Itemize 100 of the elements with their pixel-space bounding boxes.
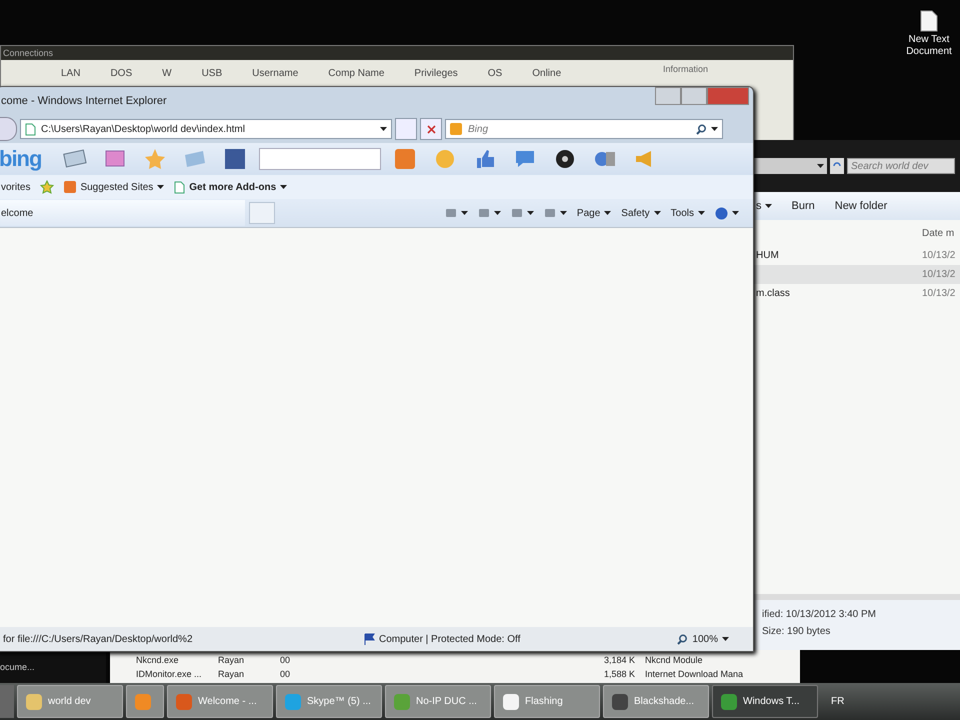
- search-field[interactable]: [259, 148, 381, 170]
- app-icon: [24, 692, 44, 712]
- zone-indicator: Computer | Protected Mode: Off: [363, 633, 520, 645]
- star-icon: [40, 180, 54, 194]
- column-header[interactable]: LAN: [61, 68, 80, 79]
- search-field[interactable]: Search world dev: [847, 158, 955, 174]
- page-icon: [174, 180, 186, 194]
- caret-icon: [698, 211, 705, 215]
- window-title: ocume...: [0, 662, 35, 672]
- window-title: Connections: [3, 48, 54, 58]
- search-icon: [677, 634, 688, 644]
- caret-icon: [732, 211, 739, 215]
- column-header[interactable]: USB: [202, 68, 222, 79]
- help-icon: [715, 206, 728, 220]
- app-icon: [283, 692, 303, 712]
- column-header[interactable]: Date m: [922, 228, 960, 238]
- caret-icon: [764, 204, 772, 208]
- toolbar-button[interactable]: s: [756, 200, 772, 212]
- close-button[interactable]: [707, 87, 749, 105]
- caret-icon: [380, 127, 387, 131]
- table-cell-text: Nkcnd.exe: [135, 654, 180, 666]
- column-header[interactable]: Online: [532, 68, 562, 79]
- refresh-button[interactable]: [395, 118, 417, 140]
- search-provider-button[interactable]: [445, 119, 466, 139]
- menu-button[interactable]: Page: [576, 208, 612, 218]
- minimize-button[interactable]: [655, 87, 681, 105]
- square-icon: [393, 147, 417, 171]
- status-text: for file:///C:/Users/Rayan/Desktop/world%2: [3, 634, 194, 644]
- address-field[interactable]: C:\Users\Rayan\Desktop\world dev\index.html: [20, 119, 392, 139]
- caret-icon: [460, 211, 468, 215]
- column-header[interactable]: Comp Name: [328, 68, 384, 79]
- table-cell-text: 1,588 K: [602, 668, 636, 680]
- table-cell-text: 00: [280, 654, 292, 666]
- stop-button[interactable]: [420, 118, 442, 140]
- address-field[interactable]: [754, 158, 827, 174]
- search-icon: [696, 124, 707, 134]
- language-indicator[interactable]: FR: [831, 696, 844, 707]
- app-icon: [610, 692, 630, 712]
- star-icon: [143, 147, 167, 171]
- search-engine-icon: [450, 123, 462, 135]
- caret-icon: [711, 127, 718, 131]
- search-button[interactable]: [692, 119, 723, 139]
- detail-text: ified: 10/13/2012 3:40 PM: [762, 608, 877, 622]
- caret-icon: [526, 211, 534, 215]
- caret-icon: [560, 211, 567, 215]
- file-row[interactable]: m.class 10/13/2: [752, 284, 960, 303]
- maximize-button[interactable]: [681, 87, 707, 105]
- caret-icon: [604, 211, 612, 215]
- caret-icon: [817, 164, 824, 168]
- page-icon: [25, 122, 36, 136]
- caret-icon: [722, 637, 729, 641]
- help-button[interactable]: [715, 206, 739, 220]
- back-button[interactable]: [0, 117, 17, 141]
- caret-icon: [494, 211, 501, 215]
- detail-text: Size: 190 bytes: [762, 625, 832, 639]
- toolbar-button[interactable]: New folder: [834, 200, 888, 212]
- square-icon: [223, 147, 247, 171]
- flag-icon: [363, 633, 375, 645]
- app-icon: [719, 692, 739, 712]
- favorites-link[interactable]: Get more Add-ons: [174, 180, 288, 194]
- table-cell-text: 3,184 K: [602, 654, 636, 666]
- column-header[interactable]: W: [162, 68, 172, 79]
- app-icon: [501, 692, 521, 712]
- caret-icon: [280, 185, 288, 189]
- window-title: come - Windows Internet Explorer: [1, 95, 167, 107]
- square-icon: [64, 181, 76, 193]
- column-header[interactable]: Privileges: [414, 68, 458, 79]
- toolbar-button[interactable]: Burn: [792, 200, 815, 212]
- caret-icon: [654, 211, 661, 215]
- favorites-link[interactable]: Suggested Sites: [64, 181, 164, 193]
- icon-label[interactable]: New Text Document: [898, 34, 960, 58]
- column-header[interactable]: OS: [488, 68, 502, 79]
- table-cell-text: Rayan: [218, 668, 246, 680]
- taskbar-button[interactable]: Windows T...: [712, 685, 818, 718]
- brand-logo: bing: [0, 146, 42, 172]
- column-header[interactable]: DOS: [110, 68, 132, 79]
- browser-tab[interactable]: elcome: [0, 200, 245, 226]
- start-button[interactable]: [0, 685, 14, 718]
- new-tab-button[interactable]: [249, 202, 275, 224]
- close-icon: [426, 124, 436, 134]
- circle-icon: [433, 147, 457, 171]
- column-header[interactable]: Username: [252, 68, 298, 79]
- table-cell-text: 00: [280, 668, 292, 680]
- search-field[interactable]: Bing: [466, 119, 692, 139]
- table-cell-text: Nkcnd Module: [645, 654, 704, 666]
- app-icon: [133, 692, 153, 712]
- caret-icon: [157, 185, 164, 189]
- table-cell-text: IDMonitor.exe ...: [135, 668, 203, 680]
- zoom-button[interactable]: 100%: [677, 634, 747, 644]
- table-cell-text: Rayan: [218, 654, 246, 666]
- favorites-button[interactable]: vorites: [1, 182, 30, 192]
- menu-button[interactable]: Tools: [670, 208, 705, 218]
- file-row[interactable]: HUM 10/13/2: [752, 246, 960, 265]
- menu-button[interactable]: Safety: [621, 208, 661, 218]
- refresh-button[interactable]: [830, 158, 844, 174]
- panel-label: Information: [663, 64, 708, 74]
- document-icon: [920, 10, 938, 32]
- taskbar-button[interactable]: [126, 685, 164, 718]
- app-icon: [174, 692, 194, 712]
- disc-icon: [553, 147, 577, 171]
